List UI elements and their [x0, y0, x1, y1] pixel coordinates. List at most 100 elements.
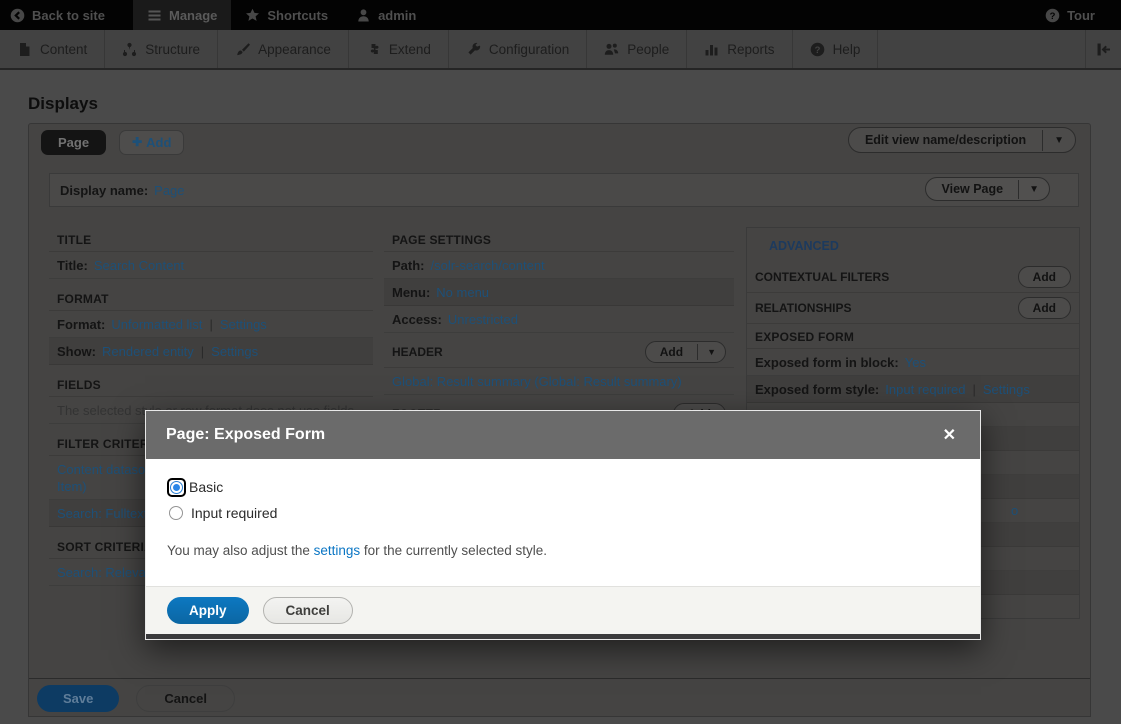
partial-link-fragment[interactable]: o — [1011, 503, 1018, 518]
back-to-site-link[interactable]: Back to site — [0, 0, 119, 30]
sitemap-icon — [122, 42, 137, 57]
apply-button[interactable]: Apply — [167, 597, 249, 624]
admin-toolbar: Back to site Manage Shortcuts admin ? To… — [0, 0, 1121, 30]
tray-item-structure[interactable]: Structure — [105, 30, 218, 68]
separator: | — [194, 344, 211, 359]
toolbar-item-shortcuts[interactable]: Shortcuts — [231, 0, 342, 30]
plus-icon: ✚ — [132, 135, 142, 149]
show-value-link[interactable]: Rendered entity — [102, 344, 194, 359]
shortcuts-label: Shortcuts — [267, 8, 328, 23]
svg-text:?: ? — [1050, 11, 1056, 22]
tray-item-help[interactable]: ? Help — [793, 30, 879, 68]
bar-chart-icon — [704, 42, 719, 57]
dialog-titlebar: Page: Exposed Form ✕ — [146, 411, 980, 459]
show-row: Show:Rendered entity|Settings — [49, 338, 373, 365]
separator: | — [966, 382, 983, 397]
dialog-body: Basic Input required You may also adjust… — [146, 459, 980, 586]
view-page-button[interactable]: View Page ▼ — [925, 177, 1050, 201]
exposed-block-link[interactable]: Yes — [905, 355, 926, 370]
add-display-button[interactable]: ✚Add — [119, 130, 184, 155]
radio-row-basic: Basic — [167, 474, 960, 500]
format-row: Format: Unformatted list|Settings — [49, 311, 373, 338]
title-value-link[interactable]: Search Content — [94, 258, 184, 273]
exposed-style-settings-link[interactable]: Settings — [983, 382, 1030, 397]
tray-item-reports[interactable]: Reports — [687, 30, 792, 68]
exposed-block-row: Exposed form in block: Yes — [747, 349, 1079, 376]
toolbar-item-tour[interactable]: ? Tour — [1031, 0, 1109, 30]
contextual-add-button[interactable]: Add — [1018, 266, 1071, 288]
display-name-link[interactable]: Page — [154, 183, 184, 198]
section-fields-header: FIELDS — [49, 372, 373, 397]
format-settings-link[interactable]: Settings — [220, 317, 267, 332]
save-button[interactable]: Save — [37, 685, 119, 712]
section-title-header: TITLE — [49, 227, 373, 252]
format-value-link[interactable]: Unformatted list — [111, 317, 202, 332]
exposed-block-label: Exposed form in block: — [755, 355, 899, 370]
puzzle-icon — [366, 42, 381, 57]
display-name-label: Display name: — [60, 183, 148, 198]
admin-tray: Content Structure Appearance Extend Conf… — [0, 30, 1121, 70]
radio-input-required-label[interactable]: Input required — [191, 505, 277, 521]
exposed-style-label: Exposed form style: — [755, 382, 879, 397]
toolbar-orientation-toggle[interactable] — [1085, 30, 1121, 68]
dialog-shadow-edge — [146, 634, 980, 639]
wrench-icon — [466, 42, 481, 57]
format-label: Format: — [57, 317, 105, 332]
tray-item-people[interactable]: People — [587, 30, 687, 68]
display-name-row: Display name: Page View Page ▼ — [49, 173, 1079, 207]
separator: | — [202, 317, 219, 332]
relationships-add-button[interactable]: Add — [1018, 297, 1071, 319]
dialog-cancel-button[interactable]: Cancel — [263, 597, 353, 624]
access-row: Access:Unrestricted — [384, 306, 734, 333]
radio-selected-icon — [170, 481, 183, 494]
show-settings-link[interactable]: Settings — [211, 344, 258, 359]
menu-row: Menu:No menu — [384, 279, 734, 306]
back-arrow-icon — [10, 8, 25, 23]
tray-item-appearance[interactable]: Appearance — [218, 30, 349, 68]
header-add-button[interactable]: Add ▼ — [645, 341, 726, 363]
section-header-header: HEADER Add ▼ — [384, 337, 734, 368]
tour-label: Tour — [1067, 8, 1095, 23]
cancel-button[interactable]: Cancel — [136, 685, 235, 712]
section-exposed-form-header: EXPOSED FORM — [747, 324, 1079, 349]
radio-basic[interactable] — [167, 478, 186, 497]
radio-basic-label[interactable]: Basic — [189, 479, 223, 495]
title-row: Title:Search Content — [49, 252, 373, 279]
contextual-add-label: Add — [1019, 267, 1070, 287]
tray-label: Structure — [145, 42, 200, 57]
result-summary-link[interactable]: Global: Result summary (Global: Result s… — [392, 374, 682, 389]
tray-item-content[interactable]: Content — [0, 30, 105, 68]
exposed-style-row: Exposed form style: Input required|Settin… — [747, 376, 1079, 403]
form-actions: Save Cancel — [29, 678, 1090, 718]
back-to-site-label: Back to site — [32, 8, 105, 23]
tray-label: Content — [40, 42, 87, 57]
edit-view-name-button[interactable]: Edit view name/description ▼ — [848, 127, 1076, 153]
people-icon — [604, 42, 619, 57]
help-prefix: You may also adjust the — [167, 543, 314, 558]
menu-value-link[interactable]: No menu — [436, 285, 489, 300]
svg-text:?: ? — [814, 45, 820, 56]
path-value-link[interactable]: /solr-search/content — [431, 258, 545, 273]
close-icon[interactable]: ✕ — [937, 423, 962, 447]
toolbar-item-admin[interactable]: admin — [342, 0, 430, 30]
dialog-title: Page: Exposed Form — [166, 426, 937, 444]
chevron-down-icon[interactable]: ▼ — [697, 344, 725, 360]
chevron-down-icon[interactable]: ▼ — [1042, 130, 1075, 151]
dialog-buttonpane: Apply Cancel — [146, 586, 980, 634]
settings-link[interactable]: settings — [314, 543, 361, 558]
help-circle-icon: ? — [810, 42, 825, 57]
column-second: PAGE SETTINGS Path:/solr-search/content … — [384, 227, 734, 430]
advanced-toggle[interactable]: ADVANCED — [747, 228, 1079, 262]
toolbar-item-manage[interactable]: Manage — [133, 0, 231, 30]
access-value-link[interactable]: Unrestricted — [448, 312, 518, 327]
relationships-add-label: Add — [1019, 298, 1070, 318]
chevron-down-icon[interactable]: ▼ — [1018, 180, 1049, 199]
radio-input-required[interactable] — [169, 506, 183, 520]
edit-view-name-label: Edit view name/description — [849, 128, 1042, 152]
tray-item-configuration[interactable]: Configuration — [449, 30, 587, 68]
paintbrush-icon — [235, 42, 250, 57]
section-relationships: RELATIONSHIPS Add — [747, 293, 1079, 324]
tab-page-display[interactable]: Page — [41, 130, 106, 155]
exposed-style-link[interactable]: Input required — [885, 382, 965, 397]
tray-item-extend[interactable]: Extend — [349, 30, 449, 68]
